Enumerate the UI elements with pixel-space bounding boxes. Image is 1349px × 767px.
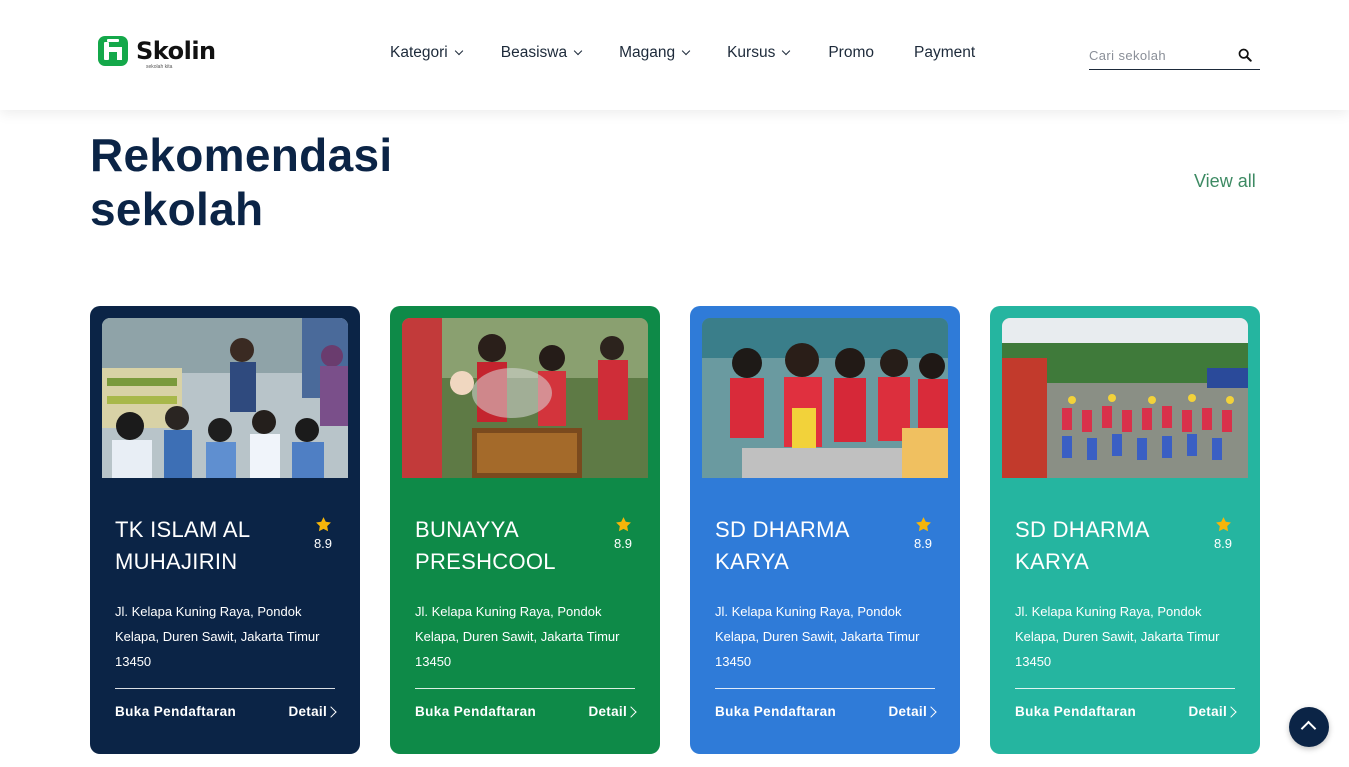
chevron-down-icon <box>454 46 463 56</box>
school-name: SD DHARMA KARYA <box>1015 517 1149 574</box>
nav-payment[interactable]: Payment <box>914 44 975 62</box>
registration-status: Buka Pendaftaran <box>715 704 837 719</box>
scroll-to-top-button[interactable] <box>1289 707 1329 747</box>
chevron-right-icon <box>925 705 937 718</box>
detail-label: Detail <box>1188 704 1227 719</box>
view-all-link[interactable]: View all <box>1194 171 1256 192</box>
detail-label: Detail <box>288 704 327 719</box>
nav-magang[interactable]: Magang <box>619 44 691 62</box>
registration-status: Buka Pendaftaran <box>115 704 237 719</box>
school-address: Jl. Kelapa Kuning Raya, Pondok Kelapa, D… <box>115 604 320 669</box>
school-photo <box>102 318 348 478</box>
rating: 8.9 <box>1211 516 1235 551</box>
skolin-logo[interactable]: Skolin sekolah kita <box>98 36 216 70</box>
school-card[interactable]: TK ISLAM AL MUHAJIRIN 8.9 Jl. Kelapa Kun… <box>90 306 360 754</box>
nav-promo[interactable]: Promo <box>828 44 874 62</box>
logo-tagline: sekolah kita <box>146 64 173 70</box>
nav-kursus[interactable]: Kursus <box>727 44 791 62</box>
school-name: SD DHARMA KARYA <box>715 517 849 574</box>
nav-beasiswa[interactable]: Beasiswa <box>500 44 583 62</box>
chevron-down-icon <box>573 46 583 56</box>
school-photo-image <box>702 318 948 478</box>
registration-status: Buka Pendaftaran <box>1015 704 1137 719</box>
nav-kategori-label: Kategori <box>390 44 448 61</box>
detail-link[interactable]: Detail <box>888 704 937 719</box>
chevron-right-icon <box>1225 705 1237 718</box>
nav-kursus-label: Kursus <box>727 44 776 61</box>
section-title: Rekomendasi sekolah <box>90 129 393 235</box>
detail-link[interactable]: Detail <box>588 704 637 719</box>
detail-link[interactable]: Detail <box>288 704 337 719</box>
registration-status: Buka Pendaftaran <box>415 704 537 719</box>
nav-kategori[interactable]: Kategori <box>390 44 463 62</box>
school-photo <box>402 318 648 478</box>
detail-link[interactable]: Detail <box>1188 704 1237 719</box>
card-divider <box>415 688 635 689</box>
star-icon <box>1215 517 1231 532</box>
star-icon <box>315 517 331 532</box>
rating-value: 8.9 <box>613 536 633 551</box>
card-divider <box>115 688 335 689</box>
rating-value: 8.9 <box>1213 536 1233 551</box>
chevron-right-icon <box>325 705 337 718</box>
nav-payment-label: Payment <box>914 44 976 61</box>
school-card[interactable]: BUNAYYA PRESHCOOL 8.9 Jl. Kelapa Kuning … <box>390 306 660 754</box>
school-address: Jl. Kelapa Kuning Raya, Pondok Kelapa, D… <box>715 604 920 669</box>
school-card[interactable]: SD DHARMA KARYA 8.9 Jl. Kelapa Kuning Ra… <box>690 306 960 754</box>
school-address: Jl. Kelapa Kuning Raya, Pondok Kelapa, D… <box>415 604 620 669</box>
school-card[interactable]: SD DHARMA KARYA 8.9 Jl. Kelapa Kuning Ra… <box>990 306 1260 754</box>
card-divider <box>1015 688 1235 689</box>
nav-beasiswa-label: Beasiswa <box>500 44 568 61</box>
star-icon <box>615 517 631 532</box>
chevron-up-icon <box>1300 720 1317 737</box>
detail-label: Detail <box>888 704 927 719</box>
search-bar <box>1089 42 1260 70</box>
detail-label: Detail <box>588 704 627 719</box>
rating: 8.9 <box>611 516 635 551</box>
search-icon[interactable] <box>1238 48 1252 62</box>
school-photo-image <box>402 318 648 478</box>
school-photo-image <box>102 318 348 478</box>
star-icon <box>915 517 931 532</box>
school-photo <box>702 318 948 478</box>
chevron-down-icon <box>681 46 691 56</box>
nav-magang-label: Magang <box>619 44 676 61</box>
rating-value: 8.9 <box>313 536 333 551</box>
rating-value: 8.9 <box>913 536 933 551</box>
search-input[interactable] <box>1089 48 1229 63</box>
school-cards: TK ISLAM AL MUHAJIRIN 8.9 Jl. Kelapa Kun… <box>90 306 1260 754</box>
school-address: Jl. Kelapa Kuning Raya, Pondok Kelapa, D… <box>1015 604 1220 669</box>
school-name: BUNAYYA PRESHCOOL <box>415 517 556 574</box>
main-nav: Kategori Beasiswa Magang Kursus Promo Pa… <box>390 44 975 62</box>
rating: 8.9 <box>311 516 335 551</box>
rating: 8.9 <box>911 516 935 551</box>
school-photo <box>1002 318 1248 478</box>
card-divider <box>715 688 935 689</box>
logo-mark-icon <box>98 36 128 66</box>
logo-text: Skolin <box>136 37 216 65</box>
chevron-right-icon <box>625 705 637 718</box>
site-header: Skolin sekolah kita Kategori Beasiswa Ma… <box>0 0 1349 110</box>
school-name: TK ISLAM AL MUHAJIRIN <box>115 517 250 574</box>
nav-promo-label: Promo <box>828 44 874 61</box>
chevron-down-icon <box>782 46 791 56</box>
school-photo-image <box>1002 318 1248 478</box>
